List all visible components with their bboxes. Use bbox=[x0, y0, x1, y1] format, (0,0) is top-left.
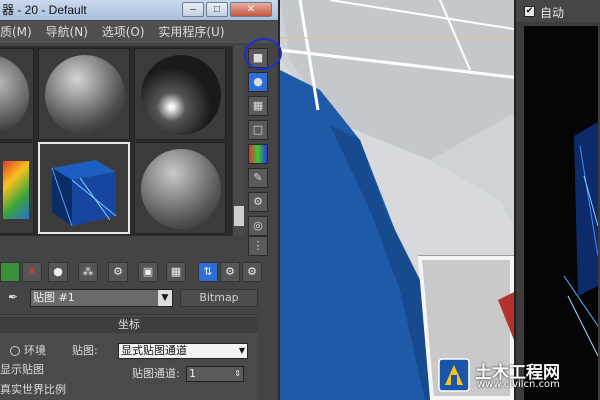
sphere-preview bbox=[0, 55, 29, 135]
real-world-scale-label[interactable]: 真实世界比例 bbox=[0, 383, 66, 397]
slot-side-toolbar: ■ ● ▦ □ ✎ ⚙ ◎ ⋮ bbox=[244, 46, 274, 256]
render-preview[interactable] bbox=[524, 26, 599, 400]
show-end-result-icon[interactable]: ▦ bbox=[166, 262, 186, 282]
sample-slot-2[interactable] bbox=[38, 48, 130, 140]
material-map-navigator-icon[interactable]: ⋮ bbox=[248, 236, 268, 256]
mapping-value: 显式贴图通道 bbox=[121, 344, 187, 357]
eyedropper-icon[interactable]: ✒ bbox=[8, 290, 18, 304]
material-name: #1 bbox=[58, 291, 75, 304]
mapping-label: 贴图: bbox=[72, 344, 98, 357]
get-material-icon[interactable] bbox=[0, 262, 20, 282]
watermark: 土木工程网 www.civilcn.com bbox=[437, 357, 575, 393]
coordinates-rollout: 坐标 环境 贴图: 显式贴图通道 ▼ 显示贴图 贴图通道: 1 ⇕ 真实世界比例 bbox=[0, 314, 258, 400]
maximize-button[interactable]: □ bbox=[206, 2, 228, 17]
rollout-header[interactable]: 坐标 bbox=[0, 317, 258, 333]
video-color-check-icon[interactable] bbox=[248, 144, 268, 164]
map-channel-value: 1 bbox=[189, 367, 196, 380]
material-editor-window: 器 - 20 - Default – □ ✕ 质(M) 导航(N) 选项(O) … bbox=[0, 0, 280, 400]
minimize-button[interactable]: – bbox=[182, 2, 204, 17]
map-channel-spinner[interactable]: 1 ⇕ bbox=[186, 366, 244, 382]
slots-scrollbar[interactable] bbox=[232, 46, 244, 236]
watermark-url: www.civilcn.com bbox=[477, 379, 560, 390]
material-type-button[interactable]: Bitmap bbox=[180, 289, 258, 307]
sphere-preview bbox=[45, 55, 125, 135]
chevron-down-icon: ▼ bbox=[238, 346, 245, 355]
sample-slot-6[interactable] bbox=[134, 142, 226, 234]
spinner-icon: ⇕ bbox=[234, 369, 241, 378]
map-channel-label: 贴图通道: bbox=[132, 367, 180, 380]
show-map-label[interactable]: 显示贴图 bbox=[0, 363, 44, 377]
chevron-down-icon[interactable]: ▼ bbox=[158, 290, 172, 306]
backlight-icon[interactable]: ● bbox=[248, 72, 268, 92]
windows-cube-preview bbox=[3, 161, 29, 219]
sample-slot-5-active[interactable] bbox=[38, 142, 130, 234]
put-to-library-icon[interactable]: ⁂ bbox=[78, 262, 98, 282]
menu-material[interactable]: 质(M) bbox=[0, 25, 32, 39]
auto-checkbox[interactable]: ✔ bbox=[524, 6, 535, 17]
window-title: 器 - 20 - Default bbox=[2, 3, 87, 17]
material-name-field[interactable]: 贴图 #1 ▼ bbox=[30, 289, 173, 307]
mapping-select[interactable]: 显式贴图通道 ▼ bbox=[118, 343, 248, 359]
material-toolbar: ✕ ● ⁂ ⚙ ▣ ▦ ⇅ ⚙ ⚙ bbox=[0, 260, 278, 284]
sample-slot-3[interactable] bbox=[134, 48, 226, 140]
uv-tiling-icon[interactable]: □ bbox=[248, 120, 268, 140]
right-viewport-panel: ✔ 自动 bbox=[514, 0, 600, 400]
name-prefix: 贴图 bbox=[33, 291, 55, 304]
background-checker-icon[interactable]: ▦ bbox=[248, 96, 268, 116]
make-unique-icon[interactable]: ● bbox=[48, 262, 68, 282]
environ-label: 环境 bbox=[24, 344, 46, 357]
menu-bar: 质(M) 导航(N) 选项(O) 实用程序(U) bbox=[0, 21, 278, 43]
menu-navigation[interactable]: 导航(N) bbox=[46, 25, 88, 39]
close-button[interactable]: ✕ bbox=[230, 2, 272, 17]
go-to-parent-icon[interactable]: ⇅ bbox=[198, 262, 218, 282]
bitmap-cube-preview bbox=[51, 160, 117, 227]
make-preview-icon[interactable]: ✎ bbox=[248, 168, 268, 188]
auto-label: 自动 bbox=[540, 6, 565, 20]
sphere-preview bbox=[141, 55, 221, 135]
options-icon[interactable]: ⚙ bbox=[248, 192, 268, 212]
scrollbar-thumb[interactable] bbox=[234, 206, 244, 226]
screen: 器 - 20 - Default – □ ✕ 质(M) 导航(N) 选项(O) … bbox=[0, 0, 600, 400]
environ-radio[interactable] bbox=[10, 346, 20, 356]
render-preview-image bbox=[524, 26, 599, 400]
reset-map-icon[interactable]: ✕ bbox=[22, 262, 42, 282]
pick-from-object-icon[interactable]: ⚙ bbox=[242, 262, 262, 282]
select-by-material-icon[interactable]: ◎ bbox=[248, 216, 268, 236]
material-id-channel-icon[interactable]: ⚙ bbox=[108, 262, 128, 282]
auto-bar: ✔ 自动 bbox=[516, 0, 600, 22]
sample-slots bbox=[0, 46, 232, 236]
sample-slot-4[interactable] bbox=[0, 142, 34, 234]
sphere-preview bbox=[141, 149, 221, 229]
menu-options[interactable]: 选项(O) bbox=[102, 25, 145, 39]
material-name-row: ✒ 贴图 #1 ▼ Bitmap bbox=[0, 288, 278, 308]
menu-utilities[interactable]: 实用程序(U) bbox=[158, 25, 224, 39]
show-map-in-viewport-icon[interactable]: ▣ bbox=[138, 262, 158, 282]
sample-slot-1[interactable] bbox=[0, 48, 34, 140]
go-forward-to-sibling-icon[interactable]: ⚙ bbox=[220, 262, 240, 282]
civilcn-logo bbox=[438, 358, 470, 392]
window-titlebar[interactable]: 器 - 20 - Default – □ ✕ bbox=[0, 0, 278, 20]
